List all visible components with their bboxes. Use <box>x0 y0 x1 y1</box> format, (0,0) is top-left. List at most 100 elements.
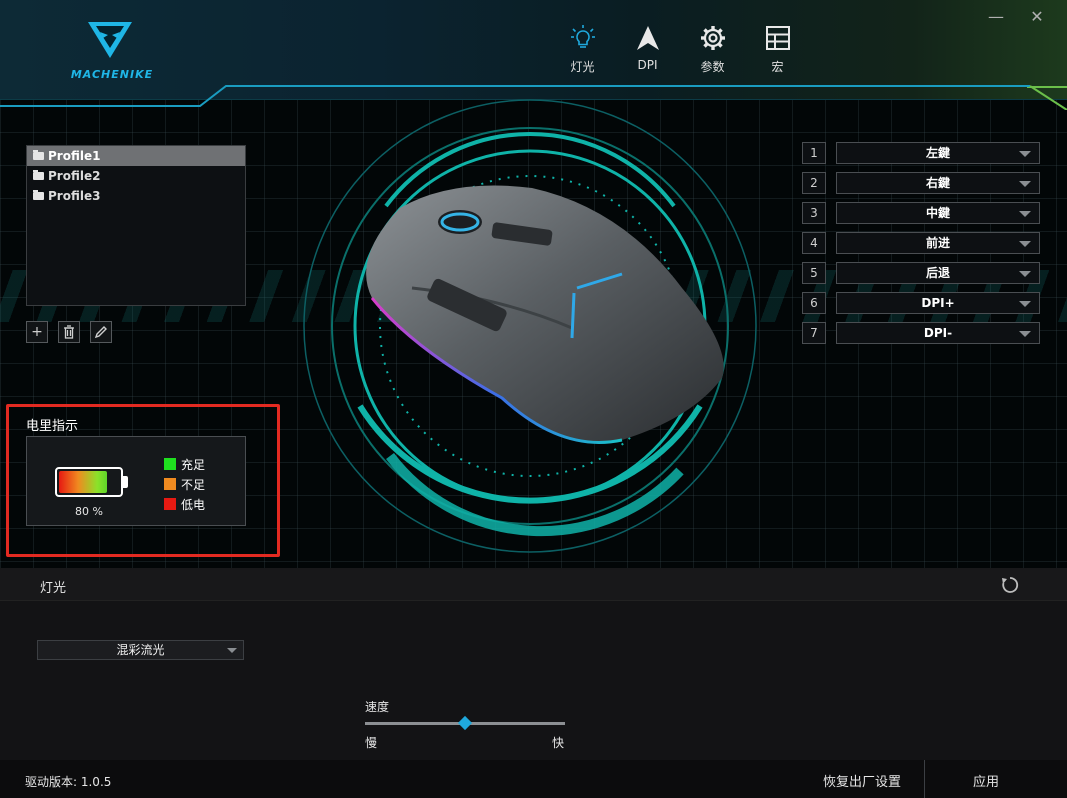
mapping-select-2[interactable]: 右鍵 <box>836 172 1040 194</box>
mapping-value: 右鍵 <box>925 176 950 190</box>
mapping-value: 中鍵 <box>925 206 950 220</box>
speed-label: 速度 <box>365 700 390 714</box>
footer: 驱动版本: 1.0.5 恢复出厂设置 应用 <box>0 760 1067 798</box>
nav-macro[interactable]: 宏 <box>745 24 810 75</box>
mapping-select-3[interactable]: 中鍵 <box>836 202 1040 224</box>
nav-dpi-label: DPI <box>637 58 658 72</box>
mouse-illustration <box>366 185 724 444</box>
mapping-row-5: 5 后退 <box>802 262 1042 284</box>
mapping-number: 4 <box>802 232 826 254</box>
main-nav: 灯光 DPI 参数 宏 <box>550 24 810 75</box>
delete-profile-button[interactable] <box>58 321 80 343</box>
speed-slider[interactable] <box>365 715 565 731</box>
minimize-button[interactable]: — <box>985 6 1007 28</box>
mapping-value: DPI- <box>923 326 953 340</box>
mapping-select-6[interactable]: DPI+ <box>836 292 1040 314</box>
chevron-down-icon <box>1019 241 1031 247</box>
factory-reset-button[interactable]: 恢复出厂设置 <box>800 760 925 798</box>
refresh-icon[interactable] <box>1000 575 1020 595</box>
legend-swatch-critical <box>164 498 176 510</box>
mapping-row-2: 2 右鍵 <box>802 172 1042 194</box>
folder-icon <box>33 170 44 180</box>
apply-button[interactable]: 应用 <box>926 760 1046 798</box>
legend-critical: 低电 <box>164 494 205 514</box>
speed-slider-thumb[interactable] <box>457 715 473 731</box>
mapping-value: 前进 <box>925 236 950 250</box>
lightbulb-icon <box>570 25 595 48</box>
mapping-value: 左鍵 <box>925 146 950 160</box>
driver-version: 驱动版本: 1.0.5 <box>25 775 112 789</box>
lighting-effect-select[interactable]: 混彩流光 <box>37 640 244 660</box>
mapping-number: 2 <box>802 172 826 194</box>
mapping-number: 3 <box>802 202 826 224</box>
legend-full: 充足 <box>164 454 205 474</box>
nav-params-label: 参数 <box>700 60 725 74</box>
mapping-select-7[interactable]: DPI- <box>836 322 1040 344</box>
profile-label: Profile2 <box>48 169 101 183</box>
arrow-up-icon <box>636 26 659 50</box>
mapping-value: 后退 <box>925 266 950 280</box>
battery-icon <box>55 467 123 497</box>
battery-tip <box>123 476 128 488</box>
chevron-down-icon <box>1019 151 1031 157</box>
chevron-down-icon <box>227 648 237 653</box>
legend-swatch-low <box>164 478 176 490</box>
battery-panel: 80 % 充足 不足 低电 <box>26 436 246 526</box>
mapping-select-1[interactable]: 左鍵 <box>836 142 1040 164</box>
lighting-panel-header: 灯光 <box>0 568 1067 601</box>
legend-label: 不足 <box>181 477 206 492</box>
legend-low: 不足 <box>164 474 205 494</box>
profile-label: Profile3 <box>48 189 101 203</box>
profile-item-1[interactable]: Profile1 <box>27 146 245 166</box>
battery-percent: 80 % <box>75 505 103 518</box>
mapping-row-6: 6 DPI+ <box>802 292 1042 314</box>
close-button[interactable]: ✕ <box>1026 6 1048 28</box>
mapping-select-5[interactable]: 后退 <box>836 262 1040 284</box>
legend-swatch-full <box>164 458 176 470</box>
chevron-down-icon <box>1019 211 1031 217</box>
nav-macro-label: 宏 <box>771 60 784 74</box>
gear-icon <box>700 26 725 50</box>
mapping-row-1: 1 左鍵 <box>802 142 1042 164</box>
profile-list: Profile1 Profile2 Profile3 <box>26 145 246 306</box>
chevron-down-icon <box>1019 271 1031 277</box>
mapping-number: 5 <box>802 262 826 284</box>
chevron-down-icon <box>1019 181 1031 187</box>
profile-item-3[interactable]: Profile3 <box>27 186 245 206</box>
logo: MACHENIKE <box>62 18 162 84</box>
lighting-panel-title: 灯光 <box>40 581 67 596</box>
nav-params[interactable]: 参数 <box>680 24 745 75</box>
mapping-row-4: 4 前进 <box>802 232 1042 254</box>
machenike-logo-icon <box>88 22 132 58</box>
trash-icon <box>64 325 74 339</box>
lighting-panel: 灯光 混彩流光 速度 慢 快 <box>0 568 1067 760</box>
add-profile-button[interactable]: + <box>26 321 48 343</box>
legend-label: 充足 <box>181 457 206 472</box>
mapping-number: 1 <box>802 142 826 164</box>
mapping-value: DPI+ <box>921 296 955 310</box>
edit-profile-button[interactable] <box>90 321 112 343</box>
grid-icon <box>765 26 790 50</box>
lighting-effect-value: 混彩流光 <box>116 643 165 657</box>
battery-legend: 充足 不足 低电 <box>164 454 205 514</box>
chevron-down-icon <box>1019 331 1031 337</box>
legend-label: 低电 <box>181 497 206 512</box>
plus-icon: + <box>31 324 43 340</box>
nav-lighting[interactable]: 灯光 <box>550 24 615 75</box>
mapping-select-4[interactable]: 前进 <box>836 232 1040 254</box>
nav-lighting-label: 灯光 <box>570 60 595 74</box>
chevron-down-icon <box>1019 301 1031 307</box>
mapping-row-7: 7 DPI- <box>802 322 1042 344</box>
app-window: MACHENIKE 灯光 DPI 参数 宏 — ✕ Profile1 Profi… <box>0 0 1067 798</box>
battery-level-fill <box>59 471 107 493</box>
speed-slow-label: 慢 <box>365 736 378 750</box>
speed-fast-label: 快 <box>552 736 565 750</box>
nav-dpi[interactable]: DPI <box>615 24 680 75</box>
mapping-number: 6 <box>802 292 826 314</box>
mapping-number: 7 <box>802 322 826 344</box>
pencil-icon <box>94 326 107 339</box>
profile-item-2[interactable]: Profile2 <box>27 166 245 186</box>
battery-title: 电里指示 <box>26 419 79 434</box>
folder-icon <box>33 150 44 160</box>
profile-label: Profile1 <box>48 149 101 163</box>
